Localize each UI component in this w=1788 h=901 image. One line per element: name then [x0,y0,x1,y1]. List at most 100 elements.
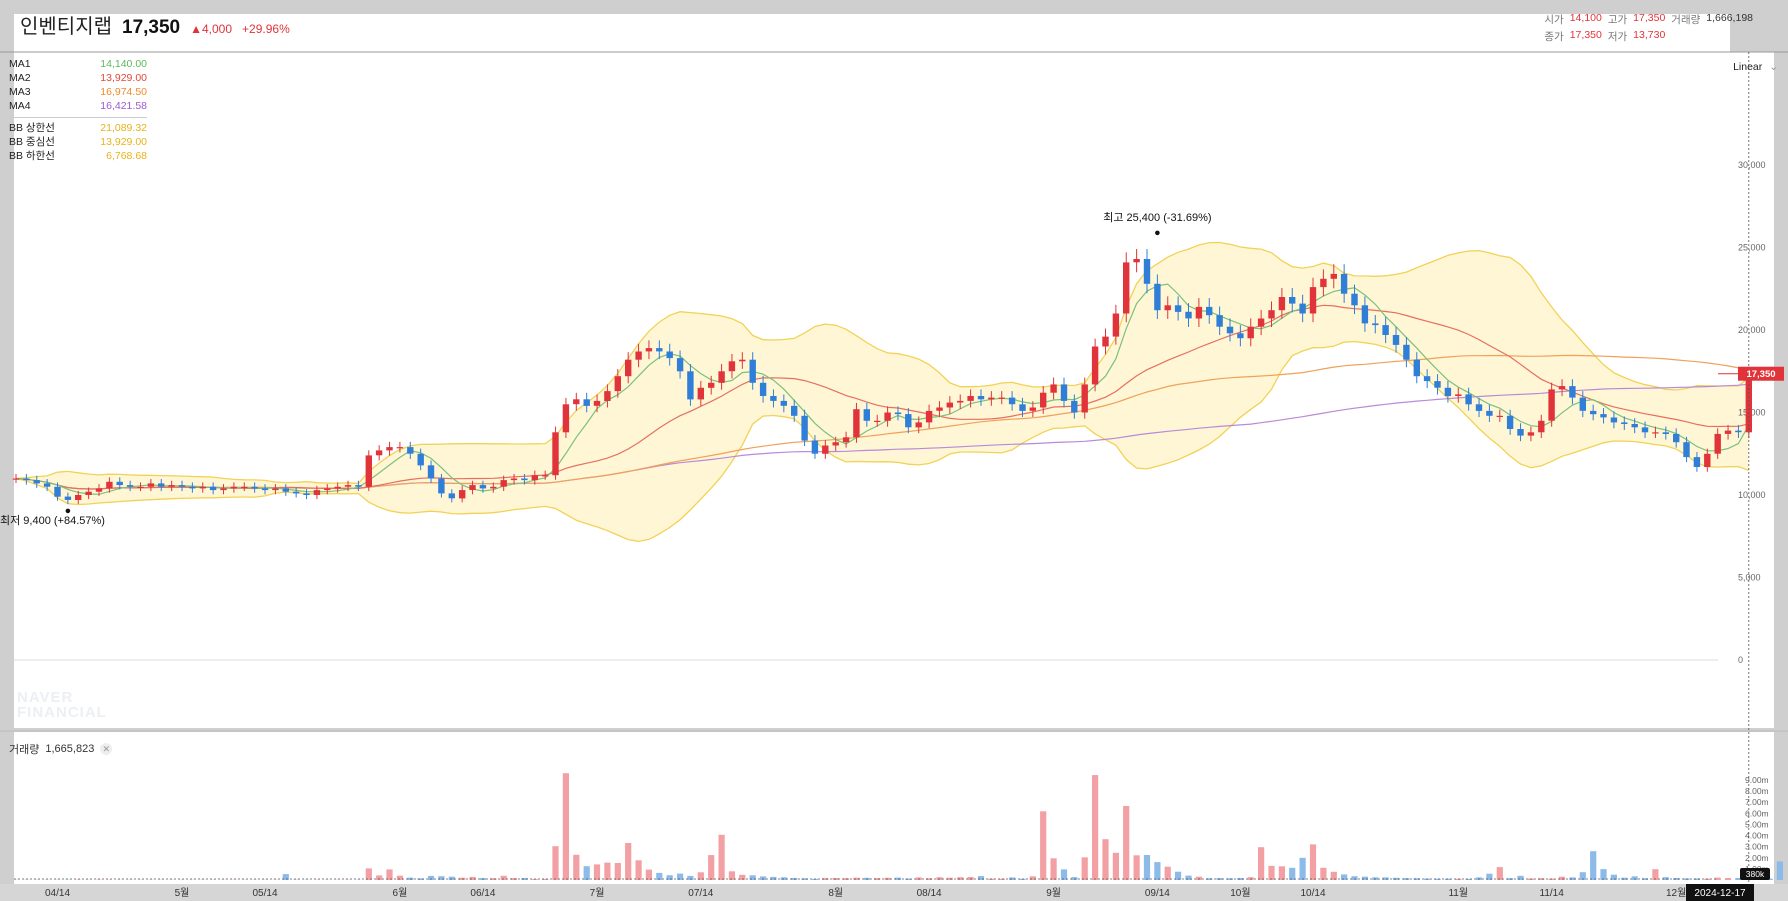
candle-body [1226,326,1234,334]
x-tick-label: 5월 [175,887,190,899]
candle-body [386,447,393,451]
candle-body [957,400,964,403]
legend-divider [9,117,147,118]
candle-body [12,478,20,480]
annotation-label: 최저 9,400 (+84.57%) [0,514,105,527]
volume-bar [593,864,601,880]
candle-body [1444,387,1452,397]
candle-body [490,486,497,489]
candle-body [1621,422,1628,424]
volume-bar [1600,869,1607,880]
candle-body [292,491,300,494]
candle-body [469,485,476,490]
candle-body [1423,376,1431,382]
volume-legend: 거래량 1,665,823 ✕ [9,741,113,757]
chevron-down-icon: ⌄ [1769,61,1778,73]
x-tick-label: 11/14 [1540,888,1565,899]
candle-body [905,414,912,428]
candle-body [645,348,653,352]
y-tick-label: 30,000 [1738,160,1766,170]
candle-body [842,437,850,443]
legend-value: 13,929.00 [100,72,147,84]
volume-bar [614,863,621,880]
volume-bar [469,876,476,880]
volume-bar [1050,858,1057,880]
open-label: 시가 [1544,14,1564,26]
legend-label: BB 하한선 [9,150,55,162]
volume-bar [645,869,652,880]
candle-body [1392,335,1400,345]
candle-body [427,465,435,479]
legend-label: BB 중심선 [9,136,55,148]
stock-name: 인벤티지랩 [20,16,112,38]
candle-body [1517,429,1524,436]
low-label: 저가 [1607,31,1628,43]
candle-body [1164,305,1171,311]
candle-body [334,486,341,489]
legend-label: BB 상한선 [9,122,55,134]
candle-body [1237,333,1244,339]
volume-bar [448,876,455,880]
legend-label: MA1 [9,58,31,70]
volume-bar [1164,866,1171,880]
legend-ma3: MA3 16,974.50 [9,85,147,99]
y-tick-label: 5,000 [1738,573,1761,583]
volume-bar [708,855,715,880]
volume-bar [625,843,632,880]
candle-body [417,453,424,466]
x-tick-label: 9월 [1046,887,1061,899]
price-change: ▲4,000 [190,22,233,36]
volume-bar [1040,811,1047,880]
candle-body [365,455,372,487]
volume-bar [1590,851,1597,880]
naver-financial-watermark: NAVER FINANCIAL [17,690,107,720]
candle-body [209,486,217,491]
candle-body [1506,415,1514,429]
watermark-line: NAVER [17,689,74,706]
volume-bar [1289,867,1296,880]
candle-body [1320,278,1327,288]
volume-bar [1112,852,1119,880]
volume-bar [1724,878,1732,880]
candle-body [1091,346,1099,385]
scale-mode-dropdown[interactable]: Linear ⌄ [1733,61,1778,73]
candle-body [1102,336,1109,347]
volume-bar [1258,847,1265,880]
candle-body [1641,427,1649,433]
x-tick-label: 8월 [828,887,843,899]
candle-body [407,447,414,454]
candle-body [1579,397,1586,411]
annotation-label: 최고 25,400 (-31.69%) [1103,211,1211,224]
candle-body [95,488,103,492]
candle-body [313,490,321,495]
volume-bar [1092,775,1099,880]
candle-body [375,450,383,456]
candle-body [1558,386,1566,390]
volume-bar [604,862,611,880]
x-tick-label: 09/14 [1145,888,1170,899]
candle-body [85,491,92,495]
candle-body [1475,404,1483,411]
close-icon[interactable]: ✕ [100,743,113,755]
candle-body [1724,430,1732,434]
ohlc-summary: 시가 14,100 고가 17,350 거래량 1,666,198 종가 17,… [1544,12,1753,44]
candle-body [1382,325,1389,335]
candle-body [832,442,839,446]
candle-body [614,376,621,392]
stock-header: 인벤티지랩 17,350 ▲4,000 +29.96% [20,10,290,39]
volume-bar [1351,876,1358,880]
candle-body [604,391,611,401]
volume-tick-label: 5.00m [1745,819,1769,829]
volume-bar [552,846,559,880]
candle-body [967,396,974,401]
candle-body [687,371,694,400]
volume-bar [1299,857,1306,880]
legend-ma1: MA1 14,140.00 [9,57,147,71]
candle-body [199,486,206,489]
chart-canvas[interactable]: 30,00025,00020,00015,00010,0005,0000최고 2… [0,0,1788,901]
candle-body [625,359,632,377]
candle-body [344,485,352,487]
candle-body [946,402,953,408]
x-tick-label: 04/14 [45,888,70,899]
candle-body [635,351,642,360]
